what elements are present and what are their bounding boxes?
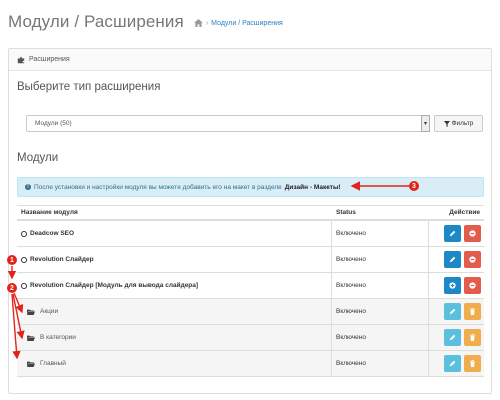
folder-open-icon [27,361,35,367]
module-name: Revolution Слайдер [30,256,94,263]
filter-label: Фильтр [451,120,474,127]
annotation-badge-2: 2 [7,283,17,293]
module-name-cell: Deadcow SEO [17,221,332,246]
trash-icon [470,308,475,315]
module-status: Включено [332,221,429,246]
delete-button[interactable] [464,355,481,372]
column-header-status: Status [336,209,356,216]
add-button[interactable] [444,277,461,294]
minus-circle-icon [469,230,476,237]
table-header: Название модуля Status Действие [17,205,484,221]
delete-button[interactable] [464,303,481,320]
page-title: Модули / Расширения [8,12,184,31]
extensions-panel: Расширения Выберите тип расширения Модул… [8,48,492,394]
breadcrumb: › Модули / Расширения [193,19,283,27]
table-row: В категории Включено [17,325,484,351]
module-name-cell: В категории [17,325,332,350]
breadcrumb-separator: › [205,19,209,27]
column-header-name[interactable]: Название модуля [17,206,332,219]
pencil-icon [449,334,456,341]
alert-text: После установки и настройки модуля вы мо… [34,183,282,191]
panel-heading: Расширения [9,49,491,71]
trash-icon [470,334,475,341]
minus-circle-icon [469,256,476,263]
table-row: Deadcow SEO Включено [17,221,484,247]
pencil-icon [449,308,456,315]
folder-open-icon [27,309,35,315]
module-name-cell: Главный [17,351,332,376]
module-name: Deadcow SEO [30,230,75,237]
module-actions [429,325,484,350]
table-row: Revolution Слайдер [Модуль для вывода сл… [17,273,484,299]
module-name: Revolution Слайдер [Модуль для вывода сл… [30,282,199,289]
chevron-down-icon[interactable]: ▾ [421,115,430,132]
info-icon: ! [25,184,31,190]
module-name: В категории [40,334,76,341]
module-actions [429,351,484,376]
extension-type-select[interactable]: Модули (50) ▾ [26,115,430,132]
module-status: Включено [332,299,429,324]
modules-title: Модули [17,152,59,164]
edit-button[interactable] [444,303,461,320]
panel-heading-label: Расширения [29,56,70,63]
uninstall-button[interactable] [464,251,481,268]
alert-bold-link: Дизайн - Макеты! [284,183,341,191]
uninstall-button[interactable] [464,277,481,294]
puzzle-icon [17,56,25,63]
module-name: Акции [40,308,59,315]
circle-icon [21,282,27,289]
module-actions [429,299,484,324]
module-status: Включено [332,351,429,376]
module-actions [429,221,484,246]
module-name-cell: Revolution Слайдер [17,247,332,272]
annotation-badge-3: 3 [409,181,419,191]
annotation-badge-1: 1 [7,255,17,265]
home-icon[interactable] [193,19,203,27]
table-row: Акции Включено [17,299,484,325]
pencil-icon [449,360,456,367]
edit-button[interactable] [444,355,461,372]
edit-button[interactable] [444,251,461,268]
plus-circle-icon [449,282,456,289]
pencil-icon [449,256,456,263]
filter-icon [443,120,450,127]
module-actions [429,247,484,272]
edit-button[interactable] [444,329,461,346]
edit-button[interactable] [444,225,461,242]
module-name-cell: Акции [17,299,332,324]
filter-button[interactable]: Фильтр [434,115,483,132]
module-status: Включено [332,325,429,350]
extension-type-value: Модули (50) [35,120,72,127]
module-status: Включено [332,247,429,272]
module-actions [429,273,484,298]
circle-icon [21,230,27,237]
delete-button[interactable] [464,329,481,346]
module-status: Включено [332,273,429,298]
choose-type-title: Выберите тип расширения [17,81,161,93]
breadcrumb-link-modules[interactable]: Модули / Расширения [211,20,283,27]
minus-circle-icon [469,282,476,289]
uninstall-button[interactable] [464,225,481,242]
trash-icon [470,360,475,367]
pencil-icon [449,230,456,237]
column-header-action: Действие [449,209,480,216]
table-row: Главный Включено [17,351,484,377]
folder-open-icon [27,335,35,341]
page-header: Модули / Расширения › Модули / Расширени… [8,12,283,40]
modules-table: Название модуля Status Действие Deadcow … [17,205,484,377]
table-row: Revolution Слайдер Включено [17,247,484,273]
module-name: Главный [40,360,66,367]
module-name-cell: Revolution Слайдер [Модуль для вывода сл… [17,273,332,298]
circle-icon [21,256,27,263]
